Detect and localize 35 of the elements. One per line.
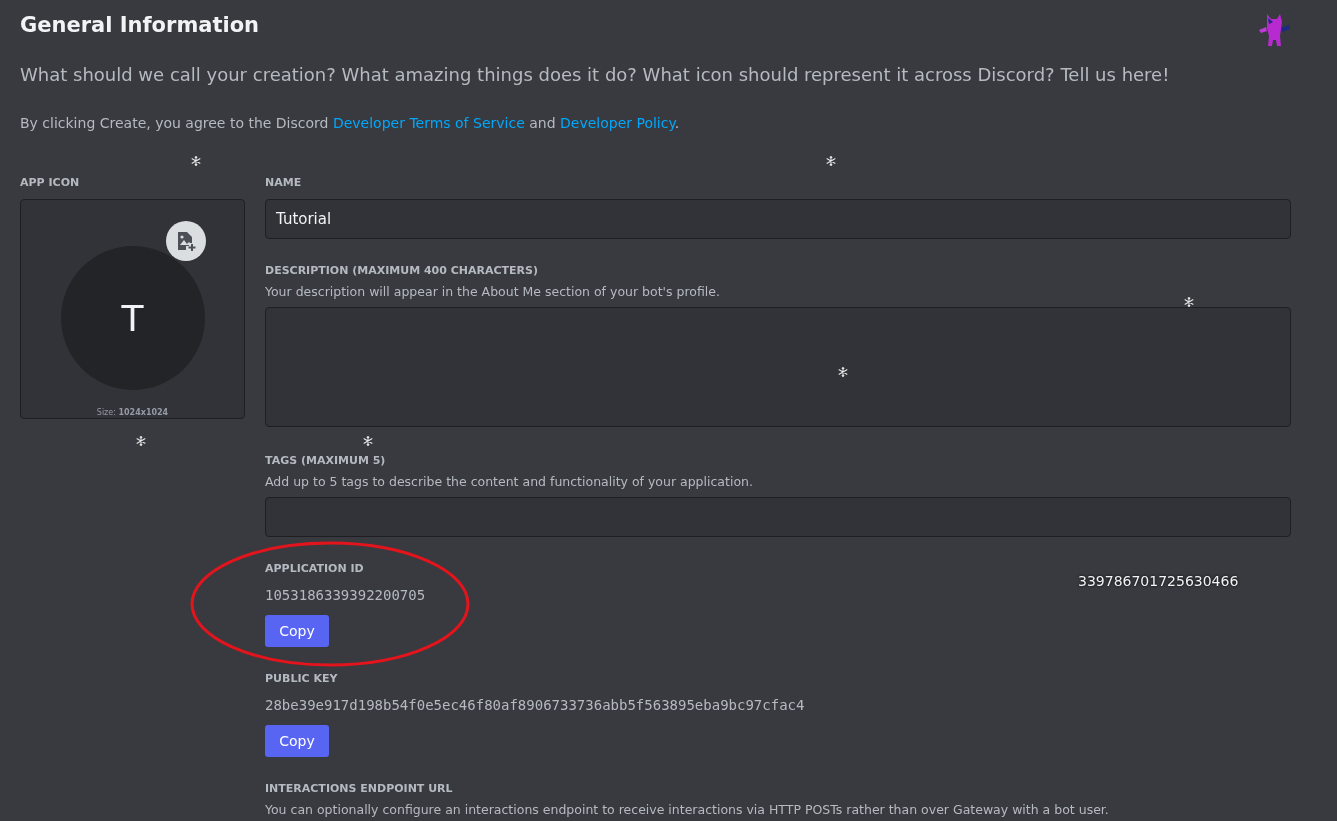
id-value: 1053186339392200705 — [265, 586, 426, 605]
overlay-number: 339786701725630466 — [1078, 573, 1239, 589]
field-label: APPLICATION ID — [265, 561, 364, 577]
app-icon-avatar: T — [60, 246, 205, 390]
field-label: TAGS (MAXIMUM 5) — [265, 453, 386, 469]
text-input[interactable]: Tutorial — [265, 199, 1291, 239]
field-label: PUBLIC KEY — [265, 671, 338, 687]
text-input[interactable] — [265, 497, 1291, 537]
app-icon-uploader[interactable]: T Size: 1024x1024 — [20, 199, 245, 419]
add-image-icon — [175, 230, 197, 252]
terms-text: By clicking Create, you agree to the Discord Developer Terms of Service and Developer Policy. — [20, 114, 681, 133]
snowflake-icon — [191, 156, 201, 166]
page-title: General Information — [20, 12, 260, 39]
snowflake-icon — [363, 436, 373, 446]
snowflake-icon — [1184, 297, 1194, 307]
description-input[interactable] — [265, 307, 1291, 427]
copy-button[interactable]: Copy — [265, 615, 329, 647]
help-text: Add up to 5 tags to describe the content and functionality of your application. — [265, 474, 754, 490]
copy-button[interactable]: Copy — [265, 725, 329, 757]
terms-link[interactable]: Developer Terms of Service — [332, 115, 525, 131]
page-subtitle: What should we call your creation? What amazing things does it do? What icon should represent it across Discord? Tell us here! — [20, 63, 1171, 87]
snowflake-icon — [136, 436, 146, 446]
help-text: You can optionally configure an interactions endpoint to receive interactions via HTTP POSTs rather than over Gateway with a bot user. — [265, 802, 1110, 818]
mascot-drawing — [1257, 12, 1291, 48]
policy-link[interactable]: Developer Policy — [560, 115, 675, 131]
field-label: INTERACTIONS ENDPOINT URL — [265, 781, 453, 797]
snowflake-icon — [838, 367, 848, 377]
field-label: NAME — [265, 175, 302, 191]
snowflake-icon — [826, 156, 836, 166]
add-image-button[interactable] — [166, 221, 206, 261]
size-text: Size: 1024x1024 — [96, 408, 169, 417]
help-text: Your description will appear in the About Me section of your bot's profile. — [265, 284, 721, 300]
field-label: DESCRIPTION (MAXIMUM 400 CHARACTERS) — [265, 263, 539, 279]
id-value: 28be39e917d198b54f0e5ec46f80af8906733736abb5f563895eba9bc97cfac4 — [265, 696, 805, 715]
field-label: APP ICON — [20, 175, 80, 191]
